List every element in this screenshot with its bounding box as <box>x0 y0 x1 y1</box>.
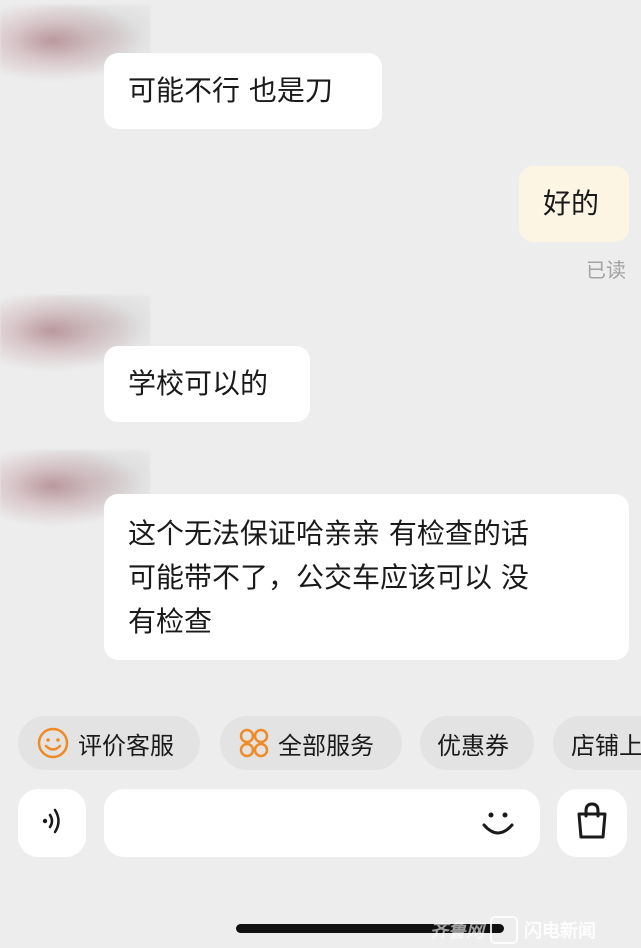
all-services-button[interactable]: 全部服务 <box>220 716 402 770</box>
message-line: 这个无法保证哈亲亲 有检查的话 <box>128 517 529 550</box>
watermark-brand: 闪电新闻 <box>524 921 596 942</box>
smile-icon <box>36 726 70 760</box>
watermark-logo: 齐鲁网 <box>430 921 484 942</box>
voice-button[interactable] <box>18 789 86 857</box>
my-message-bubble: 好的 <box>519 166 629 242</box>
chip-label: 全部服务 <box>278 731 374 760</box>
watermark: 齐鲁网 闪电新闻 <box>430 912 641 948</box>
chip-label: 店铺上 <box>571 731 641 760</box>
message-text: 可能不行 也是刀 <box>128 74 333 107</box>
chip-label: 优惠券 <box>437 731 509 760</box>
shopping-bag-icon <box>570 799 614 847</box>
store-button[interactable]: 店铺上 <box>553 716 641 770</box>
read-status: 已读 <box>586 258 626 282</box>
message-line: 可能带不了，公交车应该可以 没 <box>128 561 529 594</box>
voice-icon <box>32 801 72 845</box>
message-bubble: 学校可以的 <box>104 346 310 422</box>
chip-label: 评价客服 <box>78 731 174 760</box>
coupons-button[interactable]: 优惠券 <box>420 716 534 770</box>
rate-service-button[interactable]: 评价客服 <box>18 716 200 770</box>
message-bubble: 可能不行 也是刀 <box>104 53 382 129</box>
emoji-icon[interactable] <box>476 801 520 849</box>
message-text: 好的 <box>543 187 600 220</box>
news-logo-icon <box>490 916 518 944</box>
message-text: 学校可以的 <box>128 367 269 400</box>
message-input[interactable] <box>104 789 540 857</box>
grid-icon <box>238 727 270 759</box>
message-line: 有检查 <box>128 605 213 638</box>
shop-bag-button[interactable] <box>557 789 627 857</box>
message-bubble: 这个无法保证哈亲亲 有检查的话 可能带不了，公交车应该可以 没 有检查 <box>104 494 629 660</box>
message-input-field[interactable] <box>120 803 464 845</box>
